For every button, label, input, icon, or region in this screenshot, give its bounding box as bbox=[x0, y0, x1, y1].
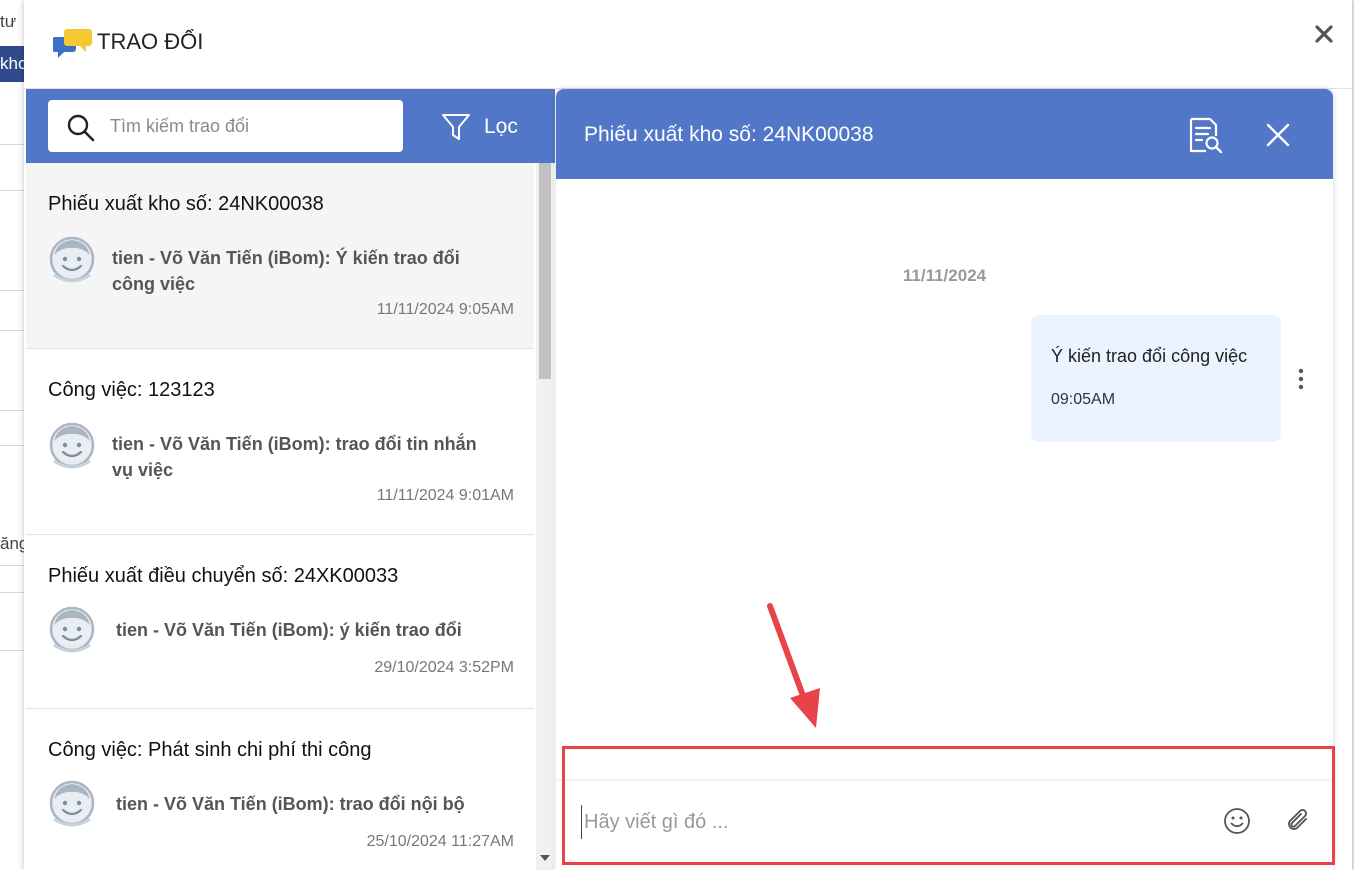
search-box[interactable] bbox=[48, 100, 403, 152]
avatar-icon bbox=[49, 606, 95, 653]
background-text: ăng bbox=[0, 534, 26, 553]
message-time: 09:05AM bbox=[1051, 391, 1116, 408]
conversation-title: Công việc: Phát sinh chi phí thi công bbox=[48, 739, 372, 761]
search-input[interactable] bbox=[110, 100, 390, 152]
conversation-item[interactable]: Phiếu xuất điều chuyển số: 24XK00033 tie… bbox=[26, 535, 534, 709]
conversation-item[interactable]: Công việc: Phát sinh chi phí thi công ti… bbox=[26, 709, 534, 870]
close-icon[interactable] bbox=[1266, 123, 1290, 147]
filter-label: Lọc bbox=[484, 115, 518, 138]
modal-title: TRAO ĐỔI bbox=[97, 29, 204, 54]
conversation-item[interactable]: Phiếu xuất kho số: 24NK00038 tien - Võ V… bbox=[26, 163, 534, 349]
trao-doi-modal: TRAO ĐỔI Lọc Phiếu xu bbox=[24, 0, 1352, 870]
avatar-icon bbox=[49, 236, 95, 283]
background-divider bbox=[0, 144, 26, 145]
conversation-list: Phiếu xuất kho số: 24NK00038 tien - Võ V… bbox=[26, 163, 534, 870]
conversation-scrollbar[interactable] bbox=[536, 163, 554, 870]
background-app: tư kho ăng bbox=[0, 0, 26, 870]
conversation-title: Phiếu xuất kho số: 24NK00038 bbox=[48, 193, 324, 215]
conversation-title: Phiếu xuất điều chuyển số: 24XK00033 bbox=[48, 565, 399, 587]
emoji-icon[interactable] bbox=[1223, 807, 1251, 835]
compose-divider bbox=[556, 779, 1333, 783]
chat-bubbles-icon bbox=[53, 29, 92, 58]
message-input[interactable] bbox=[581, 805, 1184, 839]
filter-button[interactable]: Lọc bbox=[440, 107, 518, 147]
conversation-preview: tien - Võ Văn Tiến (iBom): trao đổi tin … bbox=[112, 434, 477, 480]
background-divider bbox=[0, 650, 26, 651]
message-bubble[interactable]: Ý kiến trao đổi công việc 09:05AM bbox=[1031, 315, 1281, 442]
more-vertical-icon[interactable] bbox=[1294, 367, 1308, 391]
conversation-toolbar: Lọc bbox=[26, 89, 555, 163]
filter-icon bbox=[442, 114, 470, 140]
background-tab: kho bbox=[0, 46, 26, 82]
conversation-preview: tien - Võ Văn Tiến (iBom): ý kiến trao đ… bbox=[116, 620, 462, 640]
background-text: tư bbox=[0, 12, 17, 31]
background-divider bbox=[0, 190, 26, 191]
document-search-icon[interactable] bbox=[1186, 116, 1224, 154]
avatar-icon bbox=[49, 780, 95, 827]
conversation-panel: Lọc Phiếu xuất kho số: 24NK00038 tien - … bbox=[26, 89, 555, 870]
date-divider: 11/11/2024 bbox=[902, 266, 987, 285]
chat-header: Phiếu xuất kho số: 24NK00038 bbox=[556, 89, 1333, 179]
message-text: Ý kiến trao đổi công việc bbox=[1051, 346, 1248, 366]
conversation-time: 11/11/2024 9:05AM bbox=[376, 301, 514, 318]
background-divider bbox=[0, 445, 26, 446]
conversation-time: 29/10/2024 3:52PM bbox=[374, 659, 514, 676]
modal-header: TRAO ĐỔI bbox=[24, 0, 1352, 89]
scrollbar-thumb[interactable] bbox=[539, 163, 551, 379]
background-divider bbox=[0, 565, 26, 566]
conversation-preview: tien - Võ Văn Tiến (iBom): trao đổi nội … bbox=[116, 794, 465, 814]
conversation-time: 25/10/2024 11:27AM bbox=[366, 833, 514, 850]
paperclip-icon[interactable] bbox=[1284, 807, 1312, 835]
conversation-time: 11/11/2024 9:01AM bbox=[376, 487, 514, 504]
avatar-icon bbox=[49, 422, 95, 469]
background-divider bbox=[0, 330, 26, 331]
close-icon[interactable] bbox=[1312, 22, 1336, 46]
search-icon bbox=[67, 114, 95, 142]
chat-panel: Phiếu xuất kho số: 24NK00038 11/11/2024 … bbox=[556, 89, 1333, 870]
conversation-item[interactable]: Công việc: 123123 tien - Võ Văn Tiến (iB… bbox=[26, 349, 534, 535]
compose-area bbox=[556, 779, 1333, 870]
background-divider bbox=[0, 592, 26, 593]
chat-title: Phiếu xuất kho số: 24NK00038 bbox=[584, 123, 874, 146]
conversation-preview: tien - Võ Văn Tiến (iBom): Ý kiến trao đ… bbox=[112, 248, 460, 294]
background-text: kho bbox=[0, 54, 26, 73]
background-divider bbox=[0, 410, 26, 411]
conversation-title: Công việc: 123123 bbox=[48, 379, 215, 401]
background-divider bbox=[0, 290, 26, 291]
scroll-down-arrow-icon[interactable] bbox=[540, 855, 550, 861]
